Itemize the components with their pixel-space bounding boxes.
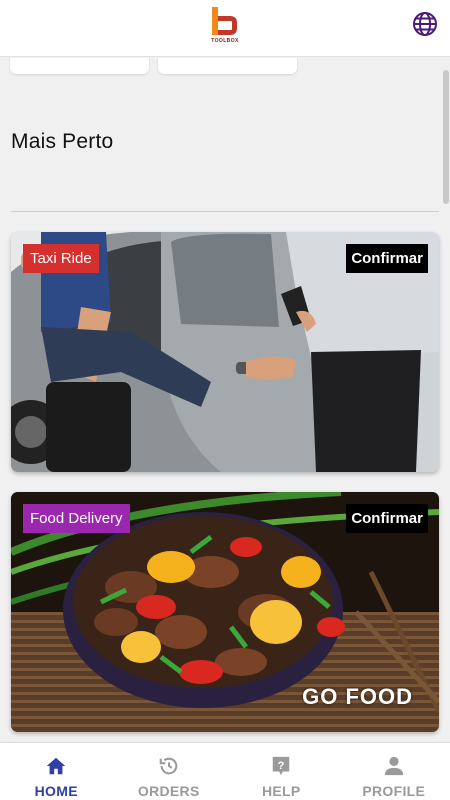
- tab-label: ORDERS: [137, 783, 200, 799]
- app-screen: TOOLBOX Mais Perto Taxi Ride Confirmar F…: [0, 0, 450, 800]
- section-title: Mais Perto: [11, 130, 114, 153]
- person-icon: [384, 756, 403, 776]
- top-app-bar: TOOLBOX: [0, 0, 450, 57]
- tab-label: HELP: [261, 783, 301, 799]
- service-badge: Food Delivery: [23, 504, 130, 533]
- tab-help[interactable]: ? HELP: [225, 743, 338, 800]
- tab-label: HOME: [34, 783, 78, 799]
- tab-label: PROFILE: [362, 783, 426, 799]
- history-icon: [159, 757, 177, 775]
- service-card-taxi[interactable]: Taxi Ride Confirmar: [11, 232, 439, 472]
- svg-text:?: ?: [278, 760, 285, 772]
- globe-icon[interactable]: [412, 11, 438, 37]
- home-icon: [46, 757, 66, 775]
- tab-profile[interactable]: PROFILE: [338, 743, 450, 800]
- tab-orders[interactable]: ORDERS: [113, 743, 226, 800]
- confirm-button[interactable]: Confirmar: [346, 244, 428, 273]
- service-badge: Taxi Ride: [23, 244, 99, 273]
- bottom-navigation: HOME ORDERS ? HELP PROFILE: [0, 742, 450, 800]
- tab-home[interactable]: HOME: [0, 743, 113, 800]
- toolbox-logo-icon: TOOLBOX: [208, 6, 242, 48]
- confirm-button[interactable]: Confirmar: [346, 504, 428, 533]
- category-card-partial[interactable]: [158, 58, 297, 74]
- help-icon: ?: [272, 756, 290, 776]
- category-card-partial[interactable]: [10, 58, 149, 74]
- scroll-content[interactable]: Mais Perto Taxi Ride Confirmar Food Deli…: [0, 58, 450, 742]
- service-card-food[interactable]: Food Delivery Confirmar GO FOOD: [11, 492, 439, 732]
- divider: [11, 211, 439, 212]
- go-food-logo: GO FOOD: [302, 684, 413, 709]
- logo-text: TOOLBOX: [211, 38, 239, 44]
- scrollbar[interactable]: [443, 70, 449, 204]
